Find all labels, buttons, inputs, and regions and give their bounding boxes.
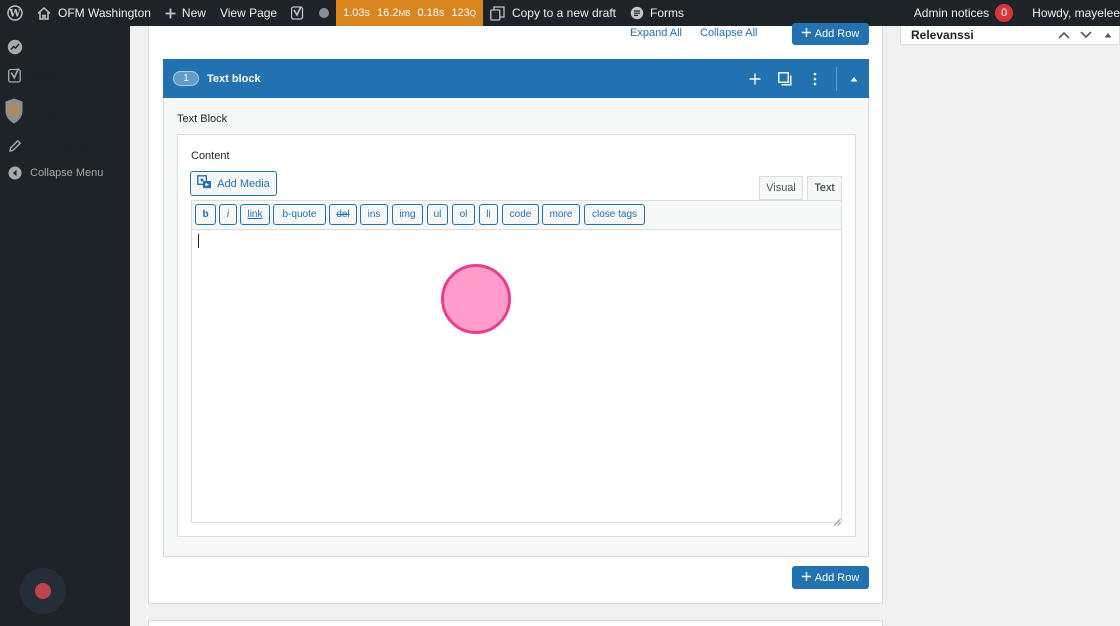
resize-handle-icon[interactable] <box>833 514 841 526</box>
db-time: 0.18s <box>417 7 445 19</box>
click-indicator <box>441 264 511 334</box>
admin-notices-label: Admin notices <box>913 6 990 20</box>
query-unit: Q <box>469 9 476 18</box>
collapse-menu-label: Collapse Menu <box>30 167 104 179</box>
site-name-link[interactable]: OFM Washington <box>30 0 158 26</box>
quicktag-del-button[interactable]: del <box>329 204 357 225</box>
quicktag-more-button[interactable]: more <box>542 204 580 225</box>
content-textarea[interactable] <box>191 230 842 523</box>
quicktag-link-button[interactable]: link <box>240 204 270 225</box>
sidebar-item-label: Edit Username <box>30 139 110 153</box>
new-label: New <box>181 6 206 20</box>
sidebar-item-visualizer[interactable]: Visualizer <box>0 38 130 56</box>
forms-label: Forms <box>650 6 685 20</box>
collapse-arrow-icon <box>7 165 23 181</box>
content-field-label: Content <box>191 150 230 162</box>
block-title: Text block <box>207 72 261 85</box>
site-name: OFM Washington <box>58 6 151 20</box>
admin-bar: W OFM Washington New View Page 1.03s 16.… <box>0 0 1120 26</box>
yoast-icon <box>7 67 23 83</box>
sidebar-item-edit-username[interactable]: Edit Username <box>0 137 130 155</box>
record-button[interactable] <box>20 568 66 614</box>
new-content-link[interactable]: New <box>158 0 213 26</box>
shield-icon <box>5 98 23 124</box>
admin-notices-link[interactable]: Admin notices 0 <box>907 0 1025 26</box>
sidebar-item-label: Visualizer <box>30 40 82 54</box>
text-cursor <box>198 234 199 248</box>
block-order-number: 1 <box>173 71 199 86</box>
memory-unit: MB <box>398 9 411 18</box>
quicktag-li-button[interactable]: li <box>479 204 498 225</box>
add-row-label: Add Row <box>814 571 860 584</box>
duplicate-layout-icon[interactable] <box>770 59 800 98</box>
move-up-icon[interactable] <box>1057 28 1071 42</box>
copy-icon <box>490 5 506 21</box>
metabox-title: Relevanssi <box>911 28 974 42</box>
header-divider <box>836 66 837 91</box>
add-layout-icon[interactable] <box>740 59 770 98</box>
quicktag-close-tags-button[interactable]: close tags <box>584 204 645 225</box>
add-row-button-top[interactable]: Add Row <box>792 23 869 45</box>
toggle-panel-icon[interactable] <box>1101 28 1115 42</box>
sidebar-item-label: miniOrange <box>29 96 92 110</box>
admin-notices-count-badge: 0 <box>995 4 1014 22</box>
plus-icon <box>801 28 811 40</box>
media-icon <box>197 175 212 192</box>
move-down-icon[interactable] <box>1079 28 1093 42</box>
svg-text:W: W <box>8 9 21 20</box>
seo-score-dot-icon <box>312 0 336 26</box>
add-row-button-bottom[interactable]: Add Row <box>792 566 869 589</box>
quicktag-img-button[interactable]: img <box>392 204 423 225</box>
wordpress-logo-icon[interactable]: W <box>0 0 30 26</box>
add-media-button[interactable]: Add Media <box>190 171 277 196</box>
copy-draft-label: Copy to a new draft <box>511 6 617 20</box>
quicktag-italic-button[interactable]: i <box>219 204 237 225</box>
sidebar-item-label: SAML 2.0 SSO <box>29 111 110 125</box>
relevanssi-metabox-header[interactable]: Relevanssi <box>900 26 1120 45</box>
next-panel <box>148 620 883 626</box>
page-time: 1.03s <box>343 7 371 19</box>
tab-text[interactable]: Text <box>807 176 842 200</box>
query-monitor-stats[interactable]: 1.03s 16.2MB 0.18s 123Q <box>336 0 483 26</box>
quicktag-bquote-button[interactable]: b-quote <box>273 204 326 225</box>
text-block-field-label: Text Block <box>177 113 228 125</box>
collapse-layout-icon[interactable] <box>839 59 869 98</box>
add-row-label: Add Row <box>814 28 860 40</box>
copy-draft-link[interactable]: Copy to a new draft <box>483 0 623 26</box>
add-media-label: Add Media <box>217 177 270 190</box>
quicktag-ol-button[interactable]: ol <box>452 204 475 225</box>
sidebar-item-label: Yoast SEO <box>30 68 89 82</box>
forms-icon <box>630 6 644 20</box>
view-page-link[interactable]: View Page <box>213 0 284 26</box>
layout-block-header[interactable]: 1 Text block <box>163 59 869 98</box>
visualizer-icon <box>7 39 23 55</box>
forms-link[interactable]: Forms <box>623 0 691 26</box>
collapse-menu-button[interactable]: Collapse Menu <box>0 164 130 182</box>
quicktag-ul-button[interactable]: ul <box>427 204 448 225</box>
sidebar-item-yoast-seo[interactable]: Yoast SEO <box>0 66 130 84</box>
user-account-link[interactable]: Howdy, mayelee <box>1025 0 1120 26</box>
yoast-adminbar-icon[interactable] <box>284 0 312 26</box>
sidebar-item-miniorange[interactable]: miniOrange SAML 2.0 SSO <box>0 96 130 126</box>
collapse-all-link[interactable]: Collapse All <box>700 27 757 39</box>
plus-icon <box>165 8 176 19</box>
more-options-icon[interactable] <box>800 59 830 98</box>
quicktag-bold-button[interactable]: b <box>195 204 216 225</box>
query-count: 123 <box>451 7 470 19</box>
memory-usage: 16.2 <box>377 7 399 19</box>
home-icon <box>37 6 51 20</box>
plus-icon <box>801 571 811 584</box>
expand-all-link[interactable]: Expand All <box>630 27 682 39</box>
tab-visual[interactable]: Visual <box>759 176 803 200</box>
quicktag-code-button[interactable]: code <box>502 204 539 225</box>
pencil-icon <box>7 138 23 154</box>
record-dot-icon <box>35 583 51 599</box>
quicktag-ins-button[interactable]: ins <box>360 204 388 225</box>
